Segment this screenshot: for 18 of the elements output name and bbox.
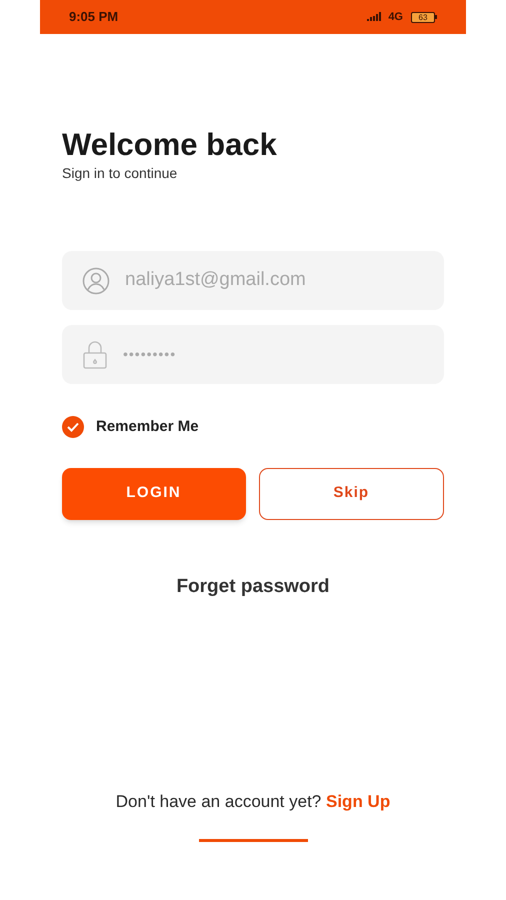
email-field[interactable]: naliya1st@gmail.com (62, 251, 444, 310)
status-time: 9:05 PM (69, 8, 118, 26)
welcome-heading: Welcome back (62, 127, 278, 163)
remember-label: Remember Me (96, 417, 199, 437)
sign-up-link[interactable]: Sign Up (326, 792, 390, 811)
password-dots: ••••••••• (123, 345, 176, 364)
password-field[interactable]: ••••••••• (62, 325, 444, 384)
login-button[interactable]: LOGIN (62, 468, 246, 520)
email-value: naliya1st@gmail.com (125, 268, 306, 292)
forgot-password-link[interactable]: Forget password (176, 572, 330, 601)
signup-prompt: Don't have an account yet? Sign Up (116, 791, 390, 813)
padlock-icon (82, 340, 108, 370)
remember-checkbox[interactable] (62, 416, 84, 438)
network-label: 4G (388, 10, 403, 25)
subtitle: Sign in to continue (62, 164, 178, 182)
skip-button[interactable]: Skip (258, 468, 444, 520)
battery-indicator: 63 (411, 12, 437, 22)
user-icon (82, 266, 110, 294)
